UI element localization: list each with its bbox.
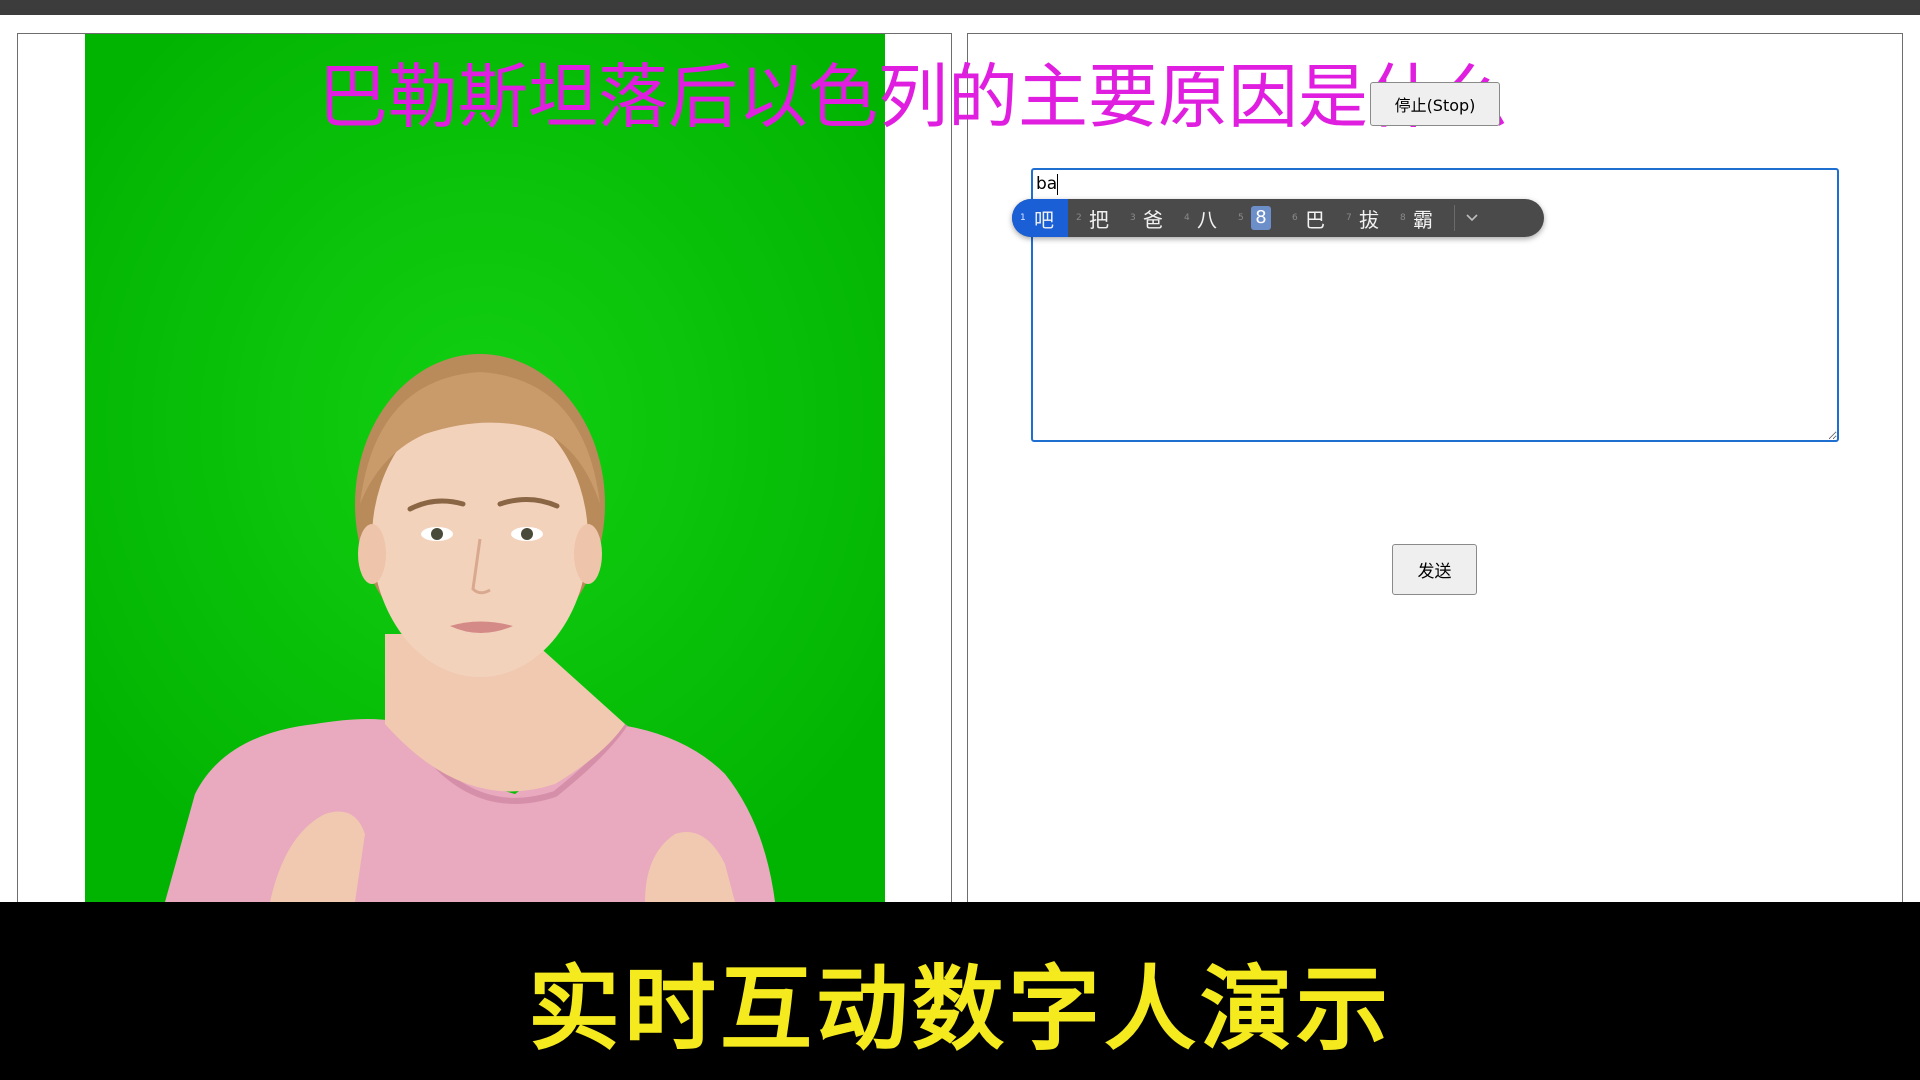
- ime-candidate-char: 拔: [1359, 207, 1379, 232]
- stop-button[interactable]: 停止(Stop): [1370, 82, 1500, 126]
- caption-text: 实时互动数字人演示: [527, 956, 1392, 1063]
- ime-candidate-char: 把: [1089, 207, 1109, 232]
- ime-candidate-number: 2: [1076, 213, 1082, 223]
- ime-candidate[interactable]: 3 爸: [1122, 199, 1176, 237]
- ime-candidate[interactable]: 4 八: [1176, 199, 1230, 237]
- ime-candidate-number: 8: [1400, 213, 1406, 223]
- ime-candidate-number: 6: [1292, 213, 1298, 223]
- ime-candidate-char: 8: [1251, 206, 1271, 230]
- ime-candidate[interactable]: 2 把: [1068, 199, 1122, 237]
- chat-panel: [967, 33, 1903, 903]
- ime-candidate[interactable]: 7 拔: [1338, 199, 1392, 237]
- ime-candidate[interactable]: 8 霸: [1392, 199, 1446, 237]
- ime-candidate-char: 爸: [1143, 207, 1163, 232]
- ime-candidate-number: 5: [1238, 213, 1244, 223]
- avatar-figure: [85, 34, 885, 902]
- window-top-bar: [0, 0, 1920, 15]
- digital-human-video: [85, 34, 885, 902]
- ime-candidate[interactable]: 6 巴: [1284, 199, 1338, 237]
- ime-candidate-number: 7: [1346, 213, 1352, 223]
- ime-candidate[interactable]: 1 吧: [1012, 199, 1068, 237]
- ime-candidate-number: 4: [1184, 213, 1190, 223]
- ime-candidate-number: 1: [1020, 213, 1026, 223]
- ime-candidate-bar[interactable]: 1 吧 2 把 3 爸 4 八 5 8 6 巴 7 拔 8 霸: [1012, 199, 1544, 237]
- text-caret: [1057, 174, 1058, 195]
- ime-candidate-char: 吧: [1034, 207, 1054, 232]
- ime-candidate[interactable]: 5 8: [1230, 199, 1284, 237]
- chevron-down-icon[interactable]: [1455, 199, 1489, 237]
- ime-candidate-char: 霸: [1413, 207, 1433, 232]
- ime-candidate-number: 3: [1130, 213, 1136, 223]
- send-button[interactable]: 发送: [1392, 544, 1477, 595]
- ime-candidate-char: 巴: [1305, 207, 1325, 232]
- ime-candidate-char: 八: [1197, 207, 1217, 232]
